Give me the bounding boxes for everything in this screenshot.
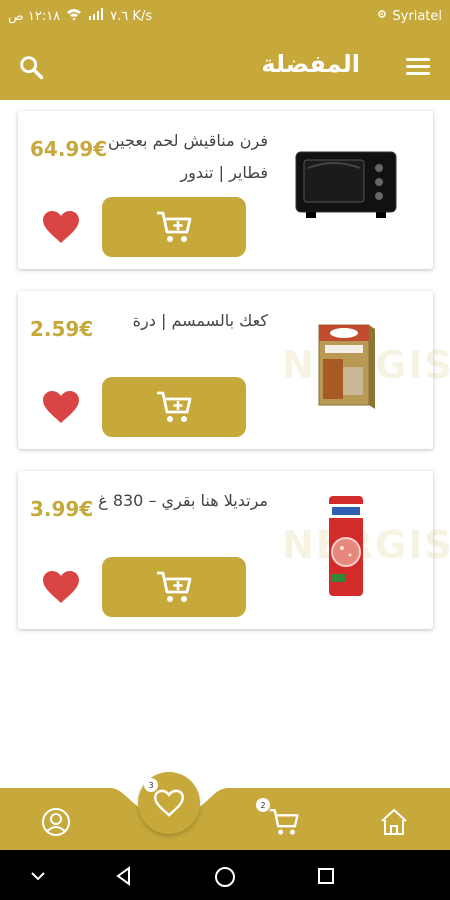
status-left: ١٢:١٨ ص ٧.٦ K/s <box>8 8 152 24</box>
chevron-down-button[interactable] <box>24 862 52 890</box>
product-image-biscuit[interactable] <box>286 311 406 421</box>
recent-apps-button[interactable] <box>312 862 340 890</box>
add-to-cart-button[interactable] <box>102 377 246 437</box>
heart-icon <box>43 571 79 603</box>
home-icon <box>381 808 407 835</box>
search-icon <box>20 56 44 80</box>
add-to-cart-button[interactable] <box>102 197 246 257</box>
back-button[interactable] <box>110 862 138 890</box>
cart-plus-icon <box>157 571 192 602</box>
home-circle-icon <box>215 867 235 887</box>
heart-icon <box>43 211 79 243</box>
back-icon <box>116 866 130 886</box>
product-card[interactable]: 64.99€ فرن مناقيش لحم بعجين فطاير | تندو… <box>18 111 433 269</box>
cart-plus-icon <box>157 211 192 242</box>
favorite-button[interactable] <box>40 569 82 605</box>
product-name: كعك بالسمسم | درة <box>132 311 268 330</box>
product-card[interactable]: NERGIS 3.99€ مرتديلا هنا بقري – 830 غ <box>18 471 450 629</box>
wifi-icon <box>66 8 82 24</box>
product-image-oven[interactable] <box>286 131 406 241</box>
status-carrier: Syriatel <box>392 8 442 24</box>
page-title: المفضلة <box>261 50 360 78</box>
heart-icon <box>43 391 79 423</box>
home-nav-button[interactable] <box>376 804 412 840</box>
status-right: Syriatel <box>376 8 442 24</box>
android-home-button[interactable] <box>210 862 240 892</box>
favorite-button[interactable] <box>40 389 82 425</box>
status-bar: ١٢:١٨ ص ٧.٦ K/s Syriatel <box>0 0 450 32</box>
add-to-cart-button[interactable] <box>102 557 246 617</box>
android-navigation-bar <box>0 850 450 900</box>
cart-nav-button[interactable] <box>266 804 302 840</box>
product-image-mortadella[interactable] <box>286 491 406 601</box>
status-speed: ٧.٦ K/s <box>110 8 153 24</box>
settings-icon <box>376 8 388 24</box>
product-name: مرتديلا هنا بقري – 830 غ <box>98 491 268 510</box>
chevron-down-icon <box>31 872 45 881</box>
favorite-button[interactable] <box>40 209 82 245</box>
menu-button[interactable] <box>404 52 432 80</box>
favorites-badge: 3 <box>144 778 158 792</box>
app-bar: المفضلة <box>0 32 450 100</box>
product-name: فرن مناقيش لحم بعجين فطاير | تندور <box>108 131 268 182</box>
status-time: ١٢:١٨ ص <box>8 8 61 24</box>
search-button[interactable] <box>14 50 48 84</box>
profile-nav-button[interactable] <box>38 804 74 840</box>
cart-badge: 2 <box>256 798 270 812</box>
product-card[interactable]: NERGIS 2.59€ كعك بالسمسم | درة <box>18 291 450 449</box>
recent-apps-icon <box>318 868 334 884</box>
favorites-nav-button[interactable]: 3 <box>138 772 200 834</box>
heart-outline-icon <box>154 789 184 817</box>
menu-icon <box>406 58 430 75</box>
cart-icon <box>269 809 299 835</box>
user-icon <box>42 808 70 836</box>
signal-icon <box>88 8 104 24</box>
cart-plus-icon <box>157 391 192 422</box>
